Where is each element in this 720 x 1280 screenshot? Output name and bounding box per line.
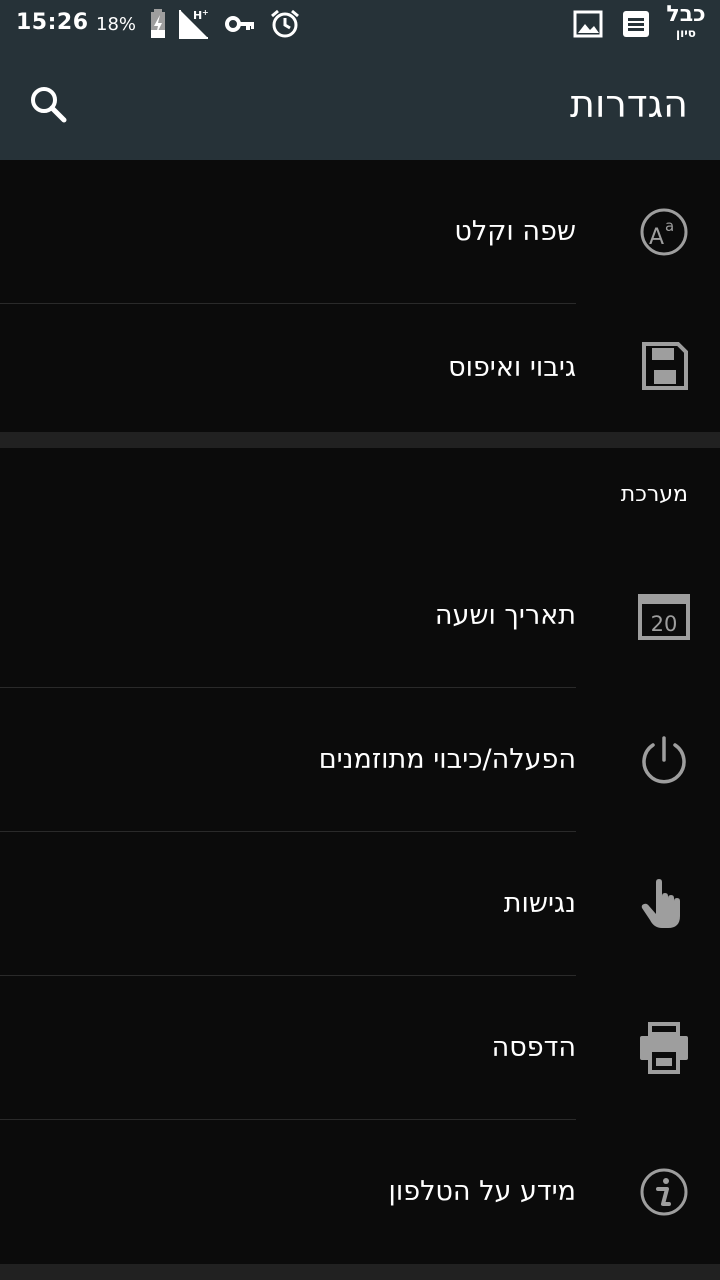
setting-label: הפעלה/כיבוי מתוזמנים — [318, 744, 576, 775]
setting-label: מידע על הטלפון — [388, 1176, 577, 1207]
svg-text:A: A — [649, 225, 664, 250]
setting-about-phone[interactable]: מידע על הטלפון — [0, 1120, 720, 1264]
setting-label: תאריך ושעה — [434, 600, 576, 631]
signal-hplus-icon: H + — [179, 8, 209, 39]
battery-charging-icon — [151, 9, 165, 38]
print-icon — [640, 1022, 688, 1074]
carrier-line2: סיון — [676, 26, 696, 40]
setting-backup-reset[interactable]: גיבוי ואיפוס — [0, 304, 720, 432]
vpn-key-icon — [225, 16, 254, 32]
svg-text:a: a — [665, 217, 674, 235]
settings-section-personal: שפה וקלט A a גיבוי ואיפוס — [0, 160, 720, 432]
app-bar: הגדרות — [0, 48, 720, 160]
calendar-day: 20 — [651, 612, 678, 636]
page-title: הגדרות — [569, 82, 688, 126]
alarm-icon — [271, 9, 299, 38]
info-icon — [640, 1168, 688, 1216]
calendar-icon: 20 — [638, 594, 690, 640]
notes-icon — [623, 11, 649, 37]
svg-text:H: H — [193, 9, 202, 22]
setting-label: גיבוי ואיפוס — [448, 352, 576, 383]
power-icon — [642, 736, 686, 784]
setting-scheduled-power[interactable]: הפעלה/כיבוי מתוזמנים — [0, 688, 720, 832]
language-icon: A a — [640, 208, 688, 256]
search-icon[interactable] — [24, 80, 72, 128]
setting-printing[interactable]: הדפסה — [0, 976, 720, 1120]
settings-section-system: מערכת תאריך ושעה 20 הפעלה/כיבוי מתוזמנים… — [0, 448, 720, 1264]
setting-label: הדפסה — [491, 1032, 576, 1063]
save-icon — [642, 342, 688, 390]
section-divider — [0, 432, 720, 448]
carrier-line1: כבל — [666, 2, 706, 27]
status-time: 15:26 — [16, 10, 89, 35]
svg-text:+: + — [202, 8, 209, 17]
setting-language-input[interactable]: שפה וקלט A a — [0, 160, 720, 304]
image-icon — [573, 10, 603, 38]
battery-percent: 18% — [96, 14, 137, 35]
setting-label: שפה וקלט — [454, 216, 576, 247]
hand-pointer-icon — [641, 879, 680, 928]
setting-label: נגישות — [503, 888, 576, 919]
setting-accessibility[interactable]: נגישות — [0, 832, 720, 976]
section-divider — [0, 1264, 720, 1280]
setting-date-time[interactable]: תאריך ושעה 20 — [0, 544, 720, 688]
carrier-logo: כבל סיון — [666, 4, 706, 44]
section-header-system: מערכת — [620, 482, 688, 507]
status-bar: 15:26 18% H + כבל סיון — [0, 0, 720, 48]
